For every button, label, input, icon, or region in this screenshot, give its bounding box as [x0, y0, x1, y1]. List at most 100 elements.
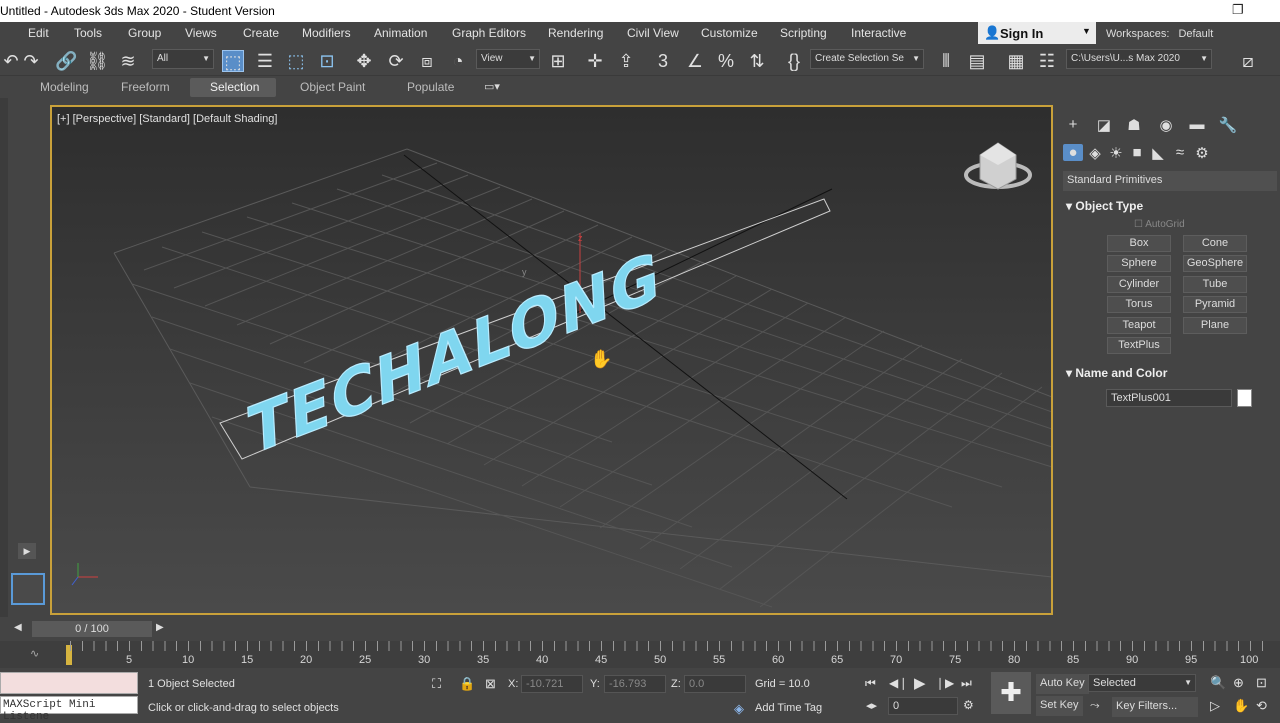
set-key-button[interactable]: Set Key: [1036, 696, 1083, 716]
menu-modifiers[interactable]: Modifiers: [302, 26, 351, 40]
utilities-tab-icon[interactable]: 🔧: [1218, 116, 1238, 134]
key-mode-toggle-icon[interactable]: ◂▸: [866, 699, 877, 712]
textplus-button[interactable]: TextPlus: [1107, 337, 1171, 354]
tube-button[interactable]: Tube: [1183, 276, 1247, 293]
restore-icon[interactable]: ❐: [1232, 2, 1244, 18]
menu-graph-editors[interactable]: Graph Editors: [452, 26, 526, 40]
menu-views[interactable]: Views: [185, 26, 217, 40]
absolute-mode-icon[interactable]: ⊠: [485, 676, 496, 692]
ribbon-options-icon[interactable]: ▭▾: [484, 80, 500, 93]
next-frame-icon[interactable]: ❘▶: [935, 676, 954, 690]
align-icon[interactable]: ▤: [966, 50, 988, 72]
named-selection-set-dropdown[interactable]: Create Selection Se ▼: [810, 49, 924, 69]
key-filters-button[interactable]: Key Filters...: [1112, 697, 1198, 717]
pan-view-icon[interactable]: ✋: [1233, 698, 1249, 714]
default-in-out-tangents-icon[interactable]: ⤳: [1090, 698, 1100, 713]
undo-icon[interactable]: ↶: [0, 50, 22, 72]
select-manipulate-icon[interactable]: ✛: [584, 50, 606, 72]
keyboard-shortcut-override-icon[interactable]: ⇪: [615, 50, 637, 72]
play-arrow-icon[interactable]: ▶: [18, 543, 36, 559]
project-folder-dropdown[interactable]: C:\Users\U...s Max 2020 ▼: [1066, 49, 1212, 69]
signin-dropdown[interactable]: 👤 Sign In ▼: [978, 22, 1096, 44]
z-coordinate-field[interactable]: 0.0: [684, 675, 746, 693]
viewport-layout-icon[interactable]: [11, 573, 45, 605]
menu-interactive[interactable]: Interactive: [851, 26, 906, 40]
isolate-selection-icon[interactable]: ⛶: [432, 676, 441, 692]
spinner-snap-icon[interactable]: ⇅: [746, 50, 768, 72]
shapes-icon[interactable]: ◈: [1085, 144, 1105, 162]
snaps-toggle-icon[interactable]: 3: [652, 50, 674, 72]
tab-object-paint[interactable]: Object Paint: [300, 80, 365, 94]
field-of-view-icon[interactable]: ▷: [1210, 698, 1220, 714]
layer-explorer-icon[interactable]: ☷: [1036, 50, 1058, 72]
space-warps-icon[interactable]: ≈: [1170, 144, 1190, 161]
toggle-ribbon-icon[interactable]: ⧄: [1237, 50, 1259, 72]
tab-freeform[interactable]: Freeform: [121, 80, 170, 94]
modify-tab-icon[interactable]: ◪: [1094, 116, 1114, 134]
tab-selection[interactable]: Selection: [210, 80, 259, 94]
select-by-name-icon[interactable]: ☰: [254, 50, 276, 72]
angle-snap-icon[interactable]: ∠: [684, 50, 706, 72]
reference-coordinate-dropdown[interactable]: View ▼: [476, 49, 540, 69]
auto-key-button[interactable]: Auto Key: [1036, 674, 1089, 694]
teapot-button[interactable]: Teapot: [1107, 317, 1171, 334]
slider-left-icon[interactable]: ◀: [14, 622, 22, 633]
helpers-icon[interactable]: ◣: [1148, 144, 1168, 162]
cone-button[interactable]: Cone: [1183, 235, 1247, 252]
cameras-icon[interactable]: ■: [1127, 144, 1147, 161]
curve-editor-icon[interactable]: ∿: [30, 647, 39, 660]
percent-snap-icon[interactable]: %: [715, 50, 737, 72]
geosphere-button[interactable]: GeoSphere: [1183, 255, 1247, 272]
menu-scripting[interactable]: Scripting: [780, 26, 827, 40]
menu-create[interactable]: Create: [243, 26, 279, 40]
time-configuration-icon[interactable]: ⚙: [963, 698, 974, 712]
menu-animation[interactable]: Animation: [374, 26, 427, 40]
object-type-rollout[interactable]: ▾ Object Type: [1066, 199, 1143, 213]
menu-customize[interactable]: Customize: [701, 26, 758, 40]
zoom-extents-icon[interactable]: ⊡: [1256, 675, 1267, 691]
rotate-icon[interactable]: ⟳: [385, 50, 407, 72]
systems-icon[interactable]: ⚙: [1192, 144, 1212, 162]
motion-tab-icon[interactable]: ◉: [1156, 116, 1176, 134]
set-keys-icon[interactable]: ✚: [991, 672, 1031, 714]
move-icon[interactable]: ✥: [353, 50, 375, 72]
viewport-label[interactable]: [+] [Perspective] [Standard] [Default Sh…: [57, 113, 277, 125]
create-tab-icon[interactable]: +: [1063, 116, 1083, 133]
y-coordinate-field[interactable]: -16.793: [604, 675, 666, 693]
x-coordinate-field[interactable]: -10.721: [521, 675, 583, 693]
scale-icon[interactable]: ⧈: [416, 50, 438, 72]
bind-space-warp-icon[interactable]: ≋: [117, 50, 139, 72]
link-icon[interactable]: 🔗: [55, 50, 77, 72]
time-tag-icon[interactable]: ◈: [734, 701, 744, 717]
cylinder-button[interactable]: Cylinder: [1107, 276, 1171, 293]
zoom-icon[interactable]: 🔍: [1210, 675, 1226, 691]
hierarchy-tab-icon[interactable]: ☗: [1124, 116, 1144, 134]
menu-civil-view[interactable]: Civil View: [627, 26, 679, 40]
lights-icon[interactable]: ☀: [1106, 144, 1126, 162]
window-crossing-icon[interactable]: ⊡: [316, 50, 338, 72]
scene-explorer-icon[interactable]: ▦: [1005, 50, 1027, 72]
selection-filter-dropdown[interactable]: All ▼: [152, 49, 214, 69]
geometry-icon[interactable]: ●: [1063, 144, 1083, 161]
slider-right-icon[interactable]: ▶: [156, 622, 164, 633]
track-bar[interactable]: ∿ 5 10 15 20 25 30 35 40 45 50 55 60 65 …: [0, 641, 1280, 668]
placement-icon[interactable]: ◔: [447, 50, 469, 72]
display-tab-icon[interactable]: ▬: [1187, 116, 1207, 133]
menu-edit[interactable]: Edit: [28, 26, 49, 40]
go-to-start-icon[interactable]: ⏮: [865, 676, 876, 691]
object-color-swatch[interactable]: [1237, 389, 1252, 407]
plane-button[interactable]: Plane: [1183, 317, 1247, 334]
sphere-button[interactable]: Sphere: [1107, 255, 1171, 272]
autogrid-checkbox[interactable]: ☐ AutoGrid: [1134, 219, 1185, 230]
add-time-tag[interactable]: Add Time Tag: [755, 702, 822, 714]
redo-icon[interactable]: ↷: [20, 50, 42, 72]
menu-rendering[interactable]: Rendering: [548, 26, 603, 40]
pivot-center-icon[interactable]: ⊞: [547, 50, 569, 72]
key-selection-dropdown[interactable]: Selected ▼: [1088, 674, 1196, 692]
torus-button[interactable]: Torus: [1107, 296, 1171, 313]
current-frame-field[interactable]: 0: [888, 697, 958, 715]
selection-lock-icon[interactable]: 🔒: [459, 676, 475, 692]
edit-named-selection-icon[interactable]: {}: [783, 50, 805, 72]
menu-group[interactable]: Group: [128, 26, 161, 40]
play-icon[interactable]: ▶: [914, 674, 926, 692]
